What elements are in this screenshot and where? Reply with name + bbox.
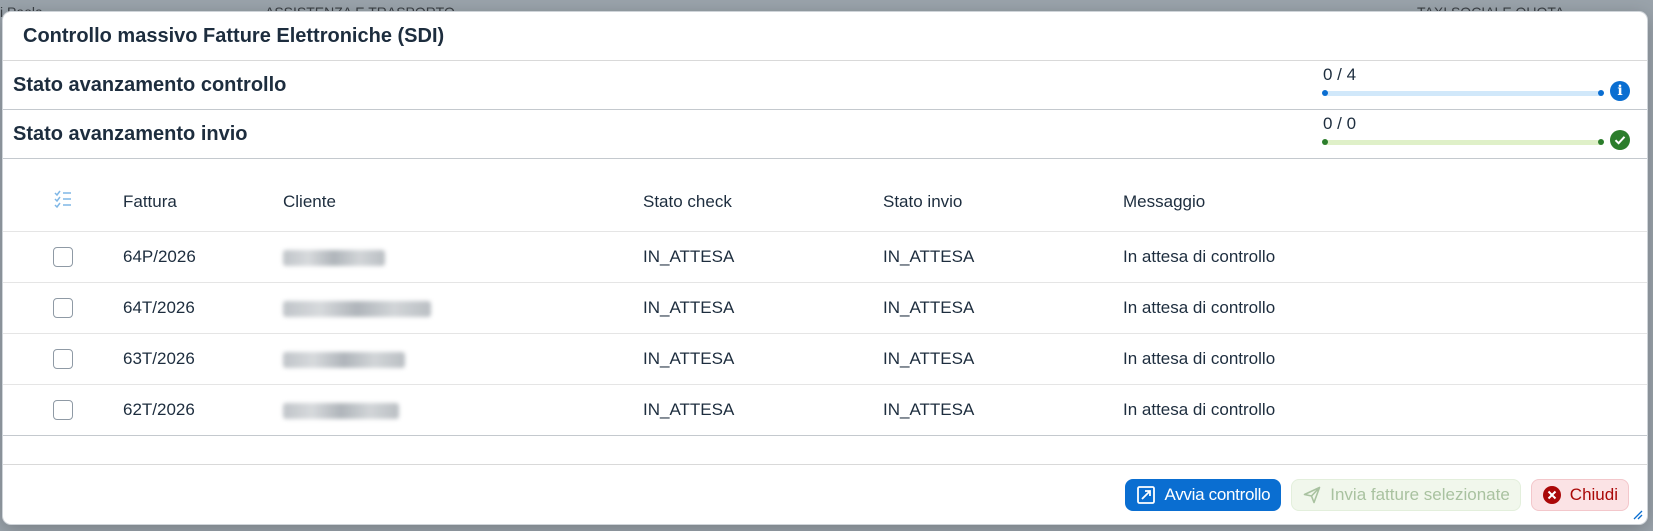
dialog-footer: Avvia controllo Invia fatture selezionat…	[3, 464, 1647, 524]
send-selected-button[interactable]: Invia fatture selezionate	[1291, 478, 1521, 511]
table-row[interactable]: 64P/2026 IN_ATTESA IN_ATTESA In attesa d…	[3, 232, 1647, 283]
cell-cliente-redacted	[283, 349, 643, 369]
close-label: Chiudi	[1569, 484, 1618, 504]
cell-messaggio: In attesa di controllo	[1123, 298, 1276, 317]
progress-send-label: Stato avanzamento invio	[13, 122, 248, 145]
cell-stato-check: IN_ATTESA	[643, 298, 735, 317]
progress-send-section: Stato avanzamento invio 0 / 0	[3, 110, 1647, 159]
cell-cliente-redacted	[283, 298, 643, 318]
close-button[interactable]: Chiudi	[1530, 478, 1629, 511]
progress-check-end-dot	[1598, 90, 1604, 96]
row-checkbox[interactable]	[53, 400, 73, 420]
cell-stato-invio: IN_ATTESA	[883, 298, 975, 317]
cell-stato-check: IN_ATTESA	[643, 349, 735, 368]
progress-check-count: 0 / 4	[1323, 65, 1357, 84]
row-checkbox[interactable]	[53, 349, 73, 369]
progress-check-section: Stato avanzamento controllo 0 / 4 i	[3, 61, 1647, 110]
cell-fattura: 63T/2026	[123, 349, 195, 368]
cell-stato-invio: IN_ATTESA	[883, 247, 975, 266]
progress-send-indicator: 0 / 0	[1322, 114, 1638, 154]
check-circle-icon	[1610, 130, 1630, 150]
progress-check-indicator: 0 / 4 i	[1322, 65, 1638, 105]
start-check-label: Avvia controllo	[1164, 484, 1271, 504]
cell-fattura: 62T/2026	[123, 400, 195, 419]
dialog-header: Controllo massivo Fatture Elettroniche (…	[3, 12, 1647, 61]
cell-fattura: 64P/2026	[123, 247, 196, 266]
progress-send-track	[1322, 139, 1604, 145]
cell-messaggio: In attesa di controllo	[1123, 400, 1276, 419]
cell-stato-check: IN_ATTESA	[643, 247, 735, 266]
progress-check-track	[1322, 90, 1604, 96]
sdi-check-dialog: Controllo massivo Fatture Elettroniche (…	[3, 12, 1647, 524]
column-header-messaggio[interactable]: Messaggio	[1123, 192, 1647, 212]
progress-send-start-dot	[1322, 139, 1328, 145]
column-header-cliente[interactable]: Cliente	[283, 192, 643, 212]
resize-handle-icon[interactable]	[1631, 508, 1643, 520]
progress-check-label: Stato avanzamento controllo	[13, 73, 287, 96]
table-header: Fattura Cliente Stato check Stato invio …	[3, 172, 1647, 232]
cell-cliente-redacted	[283, 247, 643, 267]
column-header-fattura[interactable]: Fattura	[123, 192, 283, 212]
close-circle-icon	[1542, 485, 1562, 505]
cell-messaggio: In attesa di controllo	[1123, 247, 1276, 266]
cell-stato-invio: IN_ATTESA	[883, 400, 975, 419]
multi-select-icon[interactable]	[53, 189, 73, 209]
cell-fattura: 64T/2026	[123, 298, 195, 317]
invoices-table: Fattura Cliente Stato check Stato invio …	[3, 172, 1647, 436]
paper-plane-icon	[1302, 485, 1322, 505]
table-row[interactable]: 64T/2026 IN_ATTESA IN_ATTESA In attesa d…	[3, 283, 1647, 334]
select-all-cell	[3, 189, 123, 214]
progress-send-end-dot	[1598, 139, 1604, 145]
progress-send-count: 0 / 0	[1323, 114, 1357, 133]
row-checkbox[interactable]	[53, 247, 73, 267]
start-check-button[interactable]: Avvia controllo	[1125, 478, 1282, 511]
row-checkbox[interactable]	[53, 298, 73, 318]
table-row[interactable]: 62T/2026 IN_ATTESA IN_ATTESA In attesa d…	[3, 385, 1647, 436]
progress-check-start-dot	[1322, 90, 1328, 96]
send-selected-label: Invia fatture selezionate	[1330, 484, 1510, 504]
cell-stato-invio: IN_ATTESA	[883, 349, 975, 368]
launch-icon	[1136, 485, 1156, 505]
info-icon[interactable]: i	[1610, 81, 1630, 101]
column-header-stato-invio[interactable]: Stato invio	[883, 192, 1123, 212]
cell-cliente-redacted	[283, 400, 643, 420]
dialog-title: Controllo massivo Fatture Elettroniche (…	[23, 24, 445, 47]
cell-messaggio: In attesa di controllo	[1123, 349, 1276, 368]
column-header-stato-check[interactable]: Stato check	[643, 192, 883, 212]
table-row[interactable]: 63T/2026 IN_ATTESA IN_ATTESA In attesa d…	[3, 334, 1647, 385]
cell-stato-check: IN_ATTESA	[643, 400, 735, 419]
